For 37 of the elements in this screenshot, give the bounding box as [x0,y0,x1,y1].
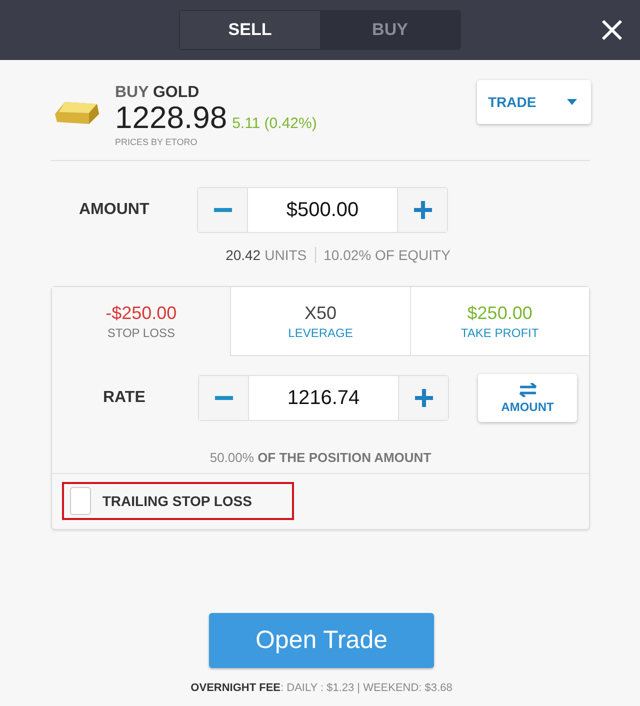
units-value: 20.42 [226,247,261,263]
caret-icon [567,99,577,105]
side-tab[interactable]: SELL [180,11,320,49]
tab-label: STOP LOSS [107,326,175,340]
rate-field[interactable]: 1216.74 [248,376,399,420]
checkbox-label: TRAILING STOP LOSS [102,493,252,509]
plus-icon [414,201,432,219]
checkbox[interactable] [70,487,92,515]
order-tab[interactable]: $250.00 TAKE PROFIT [410,287,589,356]
field-label: RATE [102,389,146,407]
trade-mode-dropdown[interactable]: TRADE [477,80,591,124]
units-label: UNITS [264,247,307,263]
field-label: AMOUNT [78,201,150,219]
tab-label: LEVERAGE [288,326,353,340]
swap-arrows-icon [518,382,538,396]
trade-action: BUY [115,84,148,101]
amount-field[interactable]: $500.00 [247,188,398,232]
price-source: PRICES BY ETORO [115,137,198,147]
close-icon [601,19,623,41]
plus-icon [414,389,432,407]
overnight-fee-text: OVERNIGHT FEE: DAILY : $1.23 | WEEKEND: $3.68 [190,682,452,694]
price: 1228.98 [115,100,228,136]
minus-icon [214,396,232,400]
equity-share: 10.02% OF EQUITY [324,247,450,263]
instrument-name: GOLD [152,84,200,101]
tab-value: -$250.00 [106,302,177,324]
price-change: 5.11 (0.42%) [232,115,317,132]
position-note: 50.00% OF THE POSITION AMOUNT [52,450,589,474]
tab-value: $250.00 [467,302,532,324]
open-trade-button[interactable]: Open Trade [209,613,434,668]
close-button[interactable] [601,19,623,41]
tab-label: TAKE PROFIT [460,326,539,340]
tab-value: X50 [304,302,336,324]
order-tab[interactable]: X50 LEVERAGE [230,287,410,356]
amount-toggle-button[interactable]: AMOUNT [478,374,577,422]
minus-icon [214,208,232,212]
order-tab[interactable]: -$250.00 STOP LOSS [52,287,230,356]
